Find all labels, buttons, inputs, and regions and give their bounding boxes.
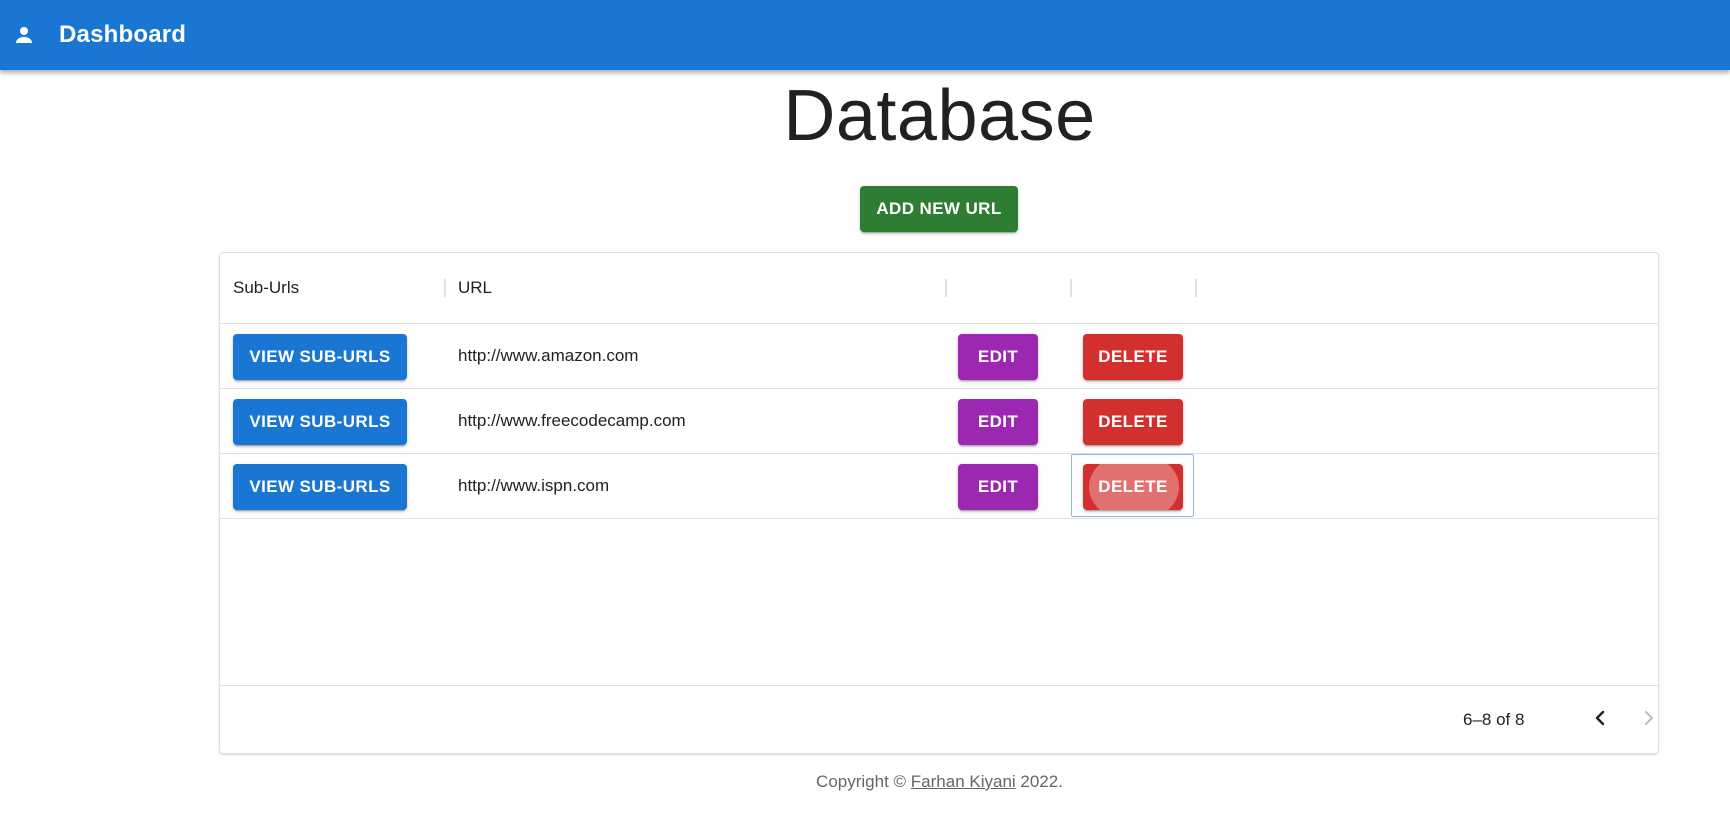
page-title: Database — [783, 76, 1096, 156]
copyright-footer: Copyright © Farhan Kiyani 2022. — [0, 772, 1730, 792]
author-link[interactable]: Farhan Kiyani — [911, 772, 1016, 791]
next-page-button[interactable] — [1629, 700, 1669, 740]
url-cell: http://www.amazon.com — [458, 346, 639, 365]
url-cell: http://www.ispn.com — [458, 476, 610, 495]
url-cell: http://www.freecodecamp.com — [458, 411, 686, 430]
edit-button[interactable]: EDIT — [958, 334, 1038, 380]
delete-button-focused[interactable]: DELETE — [1083, 464, 1183, 510]
grid-footer: 6–8 of 8 — [220, 685, 1658, 754]
app-bar: Dashboard — [0, 0, 1730, 70]
edit-button[interactable]: EDIT — [958, 464, 1038, 510]
view-sub-urls-button[interactable]: VIEW SUB-URLS — [233, 464, 407, 510]
column-separator[interactable] — [945, 279, 947, 297]
edit-button[interactable]: EDIT — [958, 399, 1038, 445]
person-icon — [12, 23, 36, 47]
chevron-left-icon — [1588, 706, 1612, 735]
column-separator[interactable] — [1070, 279, 1072, 297]
add-new-url-button[interactable]: ADD NEW URL — [860, 186, 1018, 232]
column-separator[interactable] — [444, 279, 446, 297]
view-sub-urls-button[interactable]: VIEW SUB-URLS — [233, 334, 407, 380]
column-header-sub-urls[interactable]: Sub-Urls — [233, 253, 299, 323]
table-row: VIEW SUB-URLS http://www.amazon.com EDIT… — [220, 324, 1658, 389]
delete-button-label: DELETE — [1098, 477, 1168, 496]
view-sub-urls-button[interactable]: VIEW SUB-URLS — [233, 399, 407, 445]
copyright-prefix: Copyright © — [816, 772, 911, 791]
column-header-url[interactable]: URL — [458, 253, 492, 323]
table-row: VIEW SUB-URLS http://www.freecodecamp.co… — [220, 389, 1658, 454]
app-title: Dashboard — [59, 21, 187, 48]
delete-button[interactable]: DELETE — [1083, 399, 1183, 445]
table-row: VIEW SUB-URLS http://www.ispn.com EDIT D… — [220, 454, 1658, 519]
delete-button[interactable]: DELETE — [1083, 334, 1183, 380]
copyright-suffix: 2022. — [1015, 772, 1063, 791]
chevron-right-icon — [1637, 706, 1661, 735]
grid-header: Sub-Urls URL — [220, 253, 1658, 324]
pagination-range: 6–8 of 8 — [1463, 710, 1525, 729]
urls-data-grid: Sub-Urls URL VIEW SUB-URLS http://www.am… — [219, 252, 1659, 754]
column-separator[interactable] — [1195, 279, 1197, 297]
previous-page-button[interactable] — [1580, 700, 1620, 740]
